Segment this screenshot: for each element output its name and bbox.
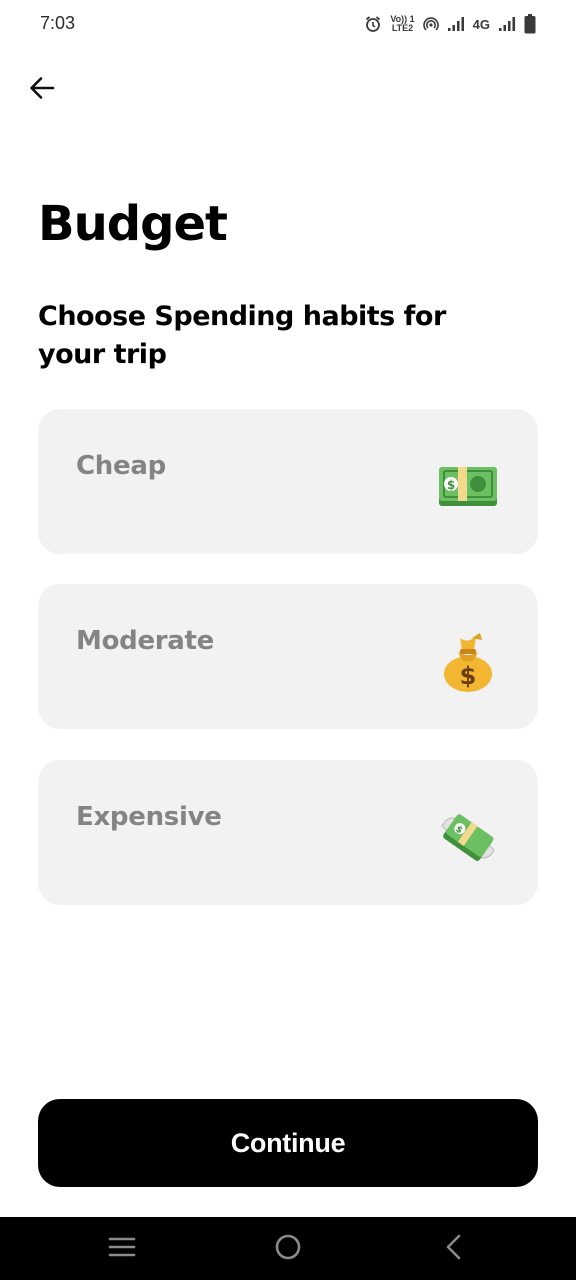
volte-icon: Vo)) 1 LTE2 <box>390 14 415 33</box>
home-circle-icon <box>274 1233 302 1265</box>
status-bar: 7:03 Vo)) 1 LTE2 4G <box>0 0 576 48</box>
dollar-banknote-icon: $ <box>436 455 500 519</box>
back-chevron-icon <box>444 1233 464 1265</box>
svg-text:$: $ <box>447 478 455 492</box>
option-cheap[interactable]: Cheap $ <box>38 409 538 554</box>
recents-button[interactable] <box>82 1217 162 1280</box>
alarm-icon <box>364 15 382 33</box>
network-type: 4G <box>472 16 490 32</box>
continue-button[interactable]: Continue <box>38 1099 538 1187</box>
home-button[interactable] <box>248 1217 328 1280</box>
back-button[interactable] <box>22 70 62 110</box>
system-nav-bar <box>0 1217 576 1280</box>
signal-icon <box>447 16 465 32</box>
signal-icon <box>498 16 516 32</box>
system-back-button[interactable] <box>414 1217 494 1280</box>
option-label: Cheap <box>76 451 166 481</box>
page-title: Budget <box>38 196 228 252</box>
svg-text:$: $ <box>460 662 477 690</box>
option-label: Expensive <box>76 802 222 832</box>
battery-icon <box>524 14 536 34</box>
option-label: Moderate <box>76 626 215 656</box>
money-with-wings-icon: $ <box>436 806 500 870</box>
arrow-left-icon <box>28 74 56 106</box>
page-subtitle: Choose Spending habits for your trip <box>38 301 446 370</box>
status-time: 7:03 <box>40 13 76 33</box>
option-expensive[interactable]: Expensive $ <box>38 760 538 905</box>
menu-icon <box>108 1236 136 1262</box>
hotspot-icon <box>422 16 439 32</box>
option-moderate[interactable]: Moderate $ <box>38 584 538 729</box>
money-bag-icon: $ <box>436 630 500 694</box>
status-icons: Vo)) 1 LTE2 4G <box>364 12 536 36</box>
